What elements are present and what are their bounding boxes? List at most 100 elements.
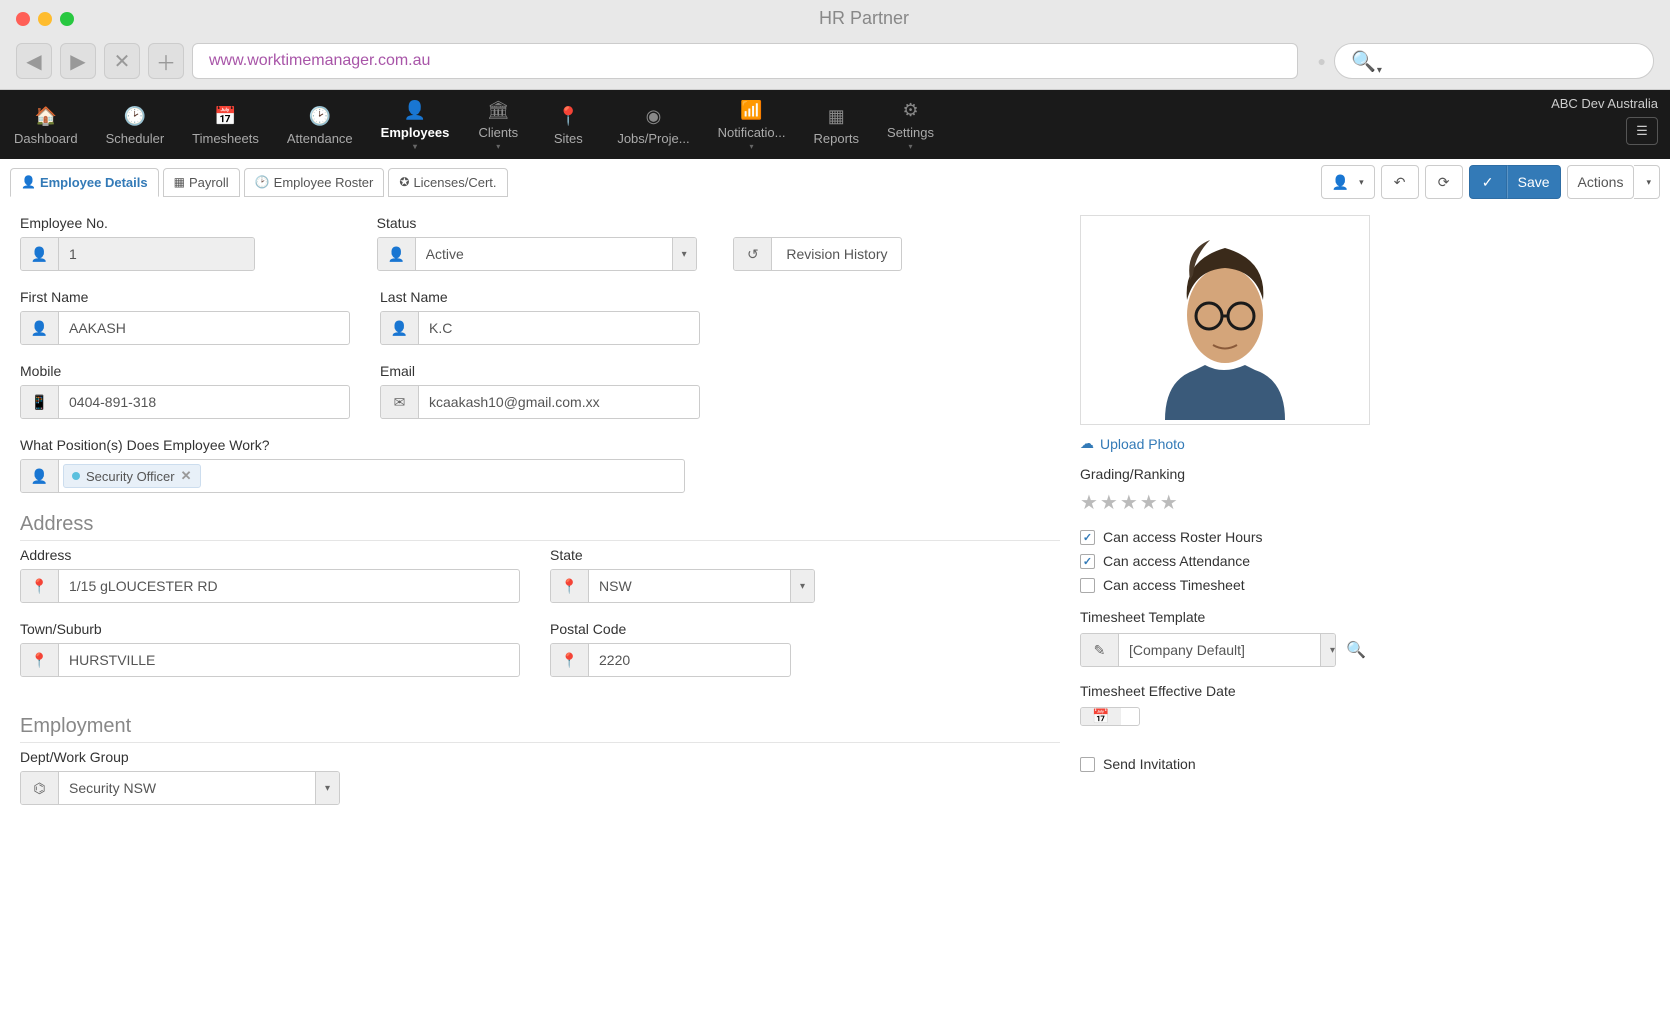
town-label: Town/Suburb (20, 621, 520, 637)
nav-clients[interactable]: 🏛Clients▾ (463, 90, 533, 159)
chevron-down-icon[interactable]: ▾ (790, 570, 814, 602)
address-label: Address (20, 547, 520, 563)
chevron-down-icon[interactable]: ▾ (672, 238, 696, 270)
window-minimize-button[interactable] (38, 12, 52, 26)
forward-button[interactable]: ▶ (60, 43, 96, 79)
checkbox-canaccessrosterhours[interactable]: Can access Roster Hours (1080, 529, 1370, 545)
nav-notificatio[interactable]: 📶Notificatio...▾ (704, 90, 800, 159)
nav-scheduler[interactable]: 🕑Scheduler (92, 90, 179, 159)
tab-employeedetails[interactable]: 👤Employee Details (10, 168, 159, 197)
sitemap-icon: ⌬ (21, 772, 59, 804)
actions-caret-button[interactable]: ▾ (1634, 165, 1660, 199)
user-icon: 👤 (21, 312, 59, 344)
url-bar[interactable]: www.worktimemanager.com.au (192, 43, 1298, 79)
nav-employees[interactable]: 👤Employees▾ (367, 90, 464, 159)
status-select[interactable] (416, 238, 672, 270)
mobile-label: Mobile (20, 363, 350, 379)
send-invitation-checkbox[interactable]: Send Invitation (1080, 756, 1370, 772)
undo-button[interactable]: ↶ (1381, 165, 1419, 199)
dash-icon: ◉ (646, 106, 662, 127)
template-label: Timesheet Template (1080, 609, 1370, 625)
user-icon: 👤 (1332, 174, 1349, 191)
stop-button[interactable]: ✕ (104, 43, 140, 79)
first-name-label: First Name (20, 289, 350, 305)
remove-tag-button[interactable]: ✕ (181, 468, 192, 484)
dept-select[interactable] (59, 772, 315, 804)
email-field[interactable] (419, 386, 699, 418)
feed-icon: 📶 (740, 100, 762, 121)
nav-settings[interactable]: ⚙Settings▾ (873, 90, 948, 159)
mobile-field[interactable] (59, 386, 349, 418)
user-icon: 👤 (21, 460, 59, 492)
browser-search-bar[interactable]: 🔍▾ (1334, 43, 1654, 79)
check-icon: ✓ (1482, 174, 1494, 191)
tab-icon: 🕑 (255, 175, 270, 189)
tab-employeeroster[interactable]: 🕑Employee Roster (244, 168, 385, 197)
chevron-down-icon[interactable]: ▾ (1320, 634, 1336, 666)
grading-label: Grading/Ranking (1080, 466, 1370, 482)
template-select[interactable] (1119, 634, 1320, 666)
page-action-bar: 👤Employee Details▦Payroll🕑Employee Roste… (0, 159, 1670, 205)
phone-icon: 📱 (21, 386, 59, 418)
effective-date-label: Timesheet Effective Date (1080, 683, 1370, 699)
last-name-field[interactable] (419, 312, 699, 344)
calendar-icon[interactable]: 📅 (1081, 708, 1121, 725)
add-tab-button[interactable]: ＋ (148, 43, 184, 79)
url-indicator-icon: ● (1318, 53, 1326, 69)
chevron-down-icon: ▾ (496, 142, 500, 151)
url-text: www.worktimemanager.com.au (209, 52, 430, 70)
positions-field[interactable]: Security Officer ✕ (59, 460, 205, 492)
first-name-field[interactable] (59, 312, 349, 344)
tab-icon: ▦ (174, 175, 185, 189)
checkbox-canaccessattendance[interactable]: Can access Attendance (1080, 553, 1370, 569)
nav-timesheets[interactable]: 📅Timesheets (178, 90, 273, 159)
building-icon: 🏛 (487, 100, 510, 121)
search-icon: 🔍▾ (1351, 49, 1376, 74)
refresh-button[interactable]: ⟳ (1425, 165, 1463, 199)
browser-chrome: HR Partner ◀ ▶ ✕ ＋ www.worktimemanager.c… (0, 0, 1670, 90)
back-button[interactable]: ◀ (16, 43, 52, 79)
address-section-header: Address (20, 513, 1060, 541)
rating-stars[interactable]: ★★★★★ (1080, 490, 1370, 515)
chevron-down-icon: ▾ (909, 142, 913, 151)
chevron-down-icon[interactable]: ▾ (315, 772, 339, 804)
postal-field[interactable] (589, 644, 790, 676)
user-menu-button[interactable]: 👤▾ (1321, 165, 1375, 199)
calendar-icon: 📅 (214, 106, 236, 127)
undo-icon: ↶ (1394, 174, 1406, 191)
pin-icon: 📍 (557, 106, 579, 127)
nav-sites[interactable]: 📍Sites (533, 90, 603, 159)
pin-icon: 📍 (21, 570, 59, 602)
user-icon: 👤 (381, 312, 419, 344)
tab-payroll[interactable]: ▦Payroll (163, 168, 240, 197)
nav-reports[interactable]: ▦Reports (800, 90, 874, 159)
save-button[interactable]: Save (1507, 165, 1561, 199)
clock-icon: 🕑 (124, 106, 146, 127)
tab-licensescert[interactable]: ✪Licenses/Cert. (388, 168, 507, 197)
positions-label: What Position(s) Does Employee Work? (20, 437, 685, 453)
last-name-label: Last Name (380, 289, 700, 305)
window-close-button[interactable] (16, 12, 30, 26)
checkbox-canaccesstimesheet[interactable]: Can access Timesheet (1080, 577, 1370, 593)
upload-photo-link[interactable]: ☁ Upload Photo (1080, 435, 1370, 452)
employment-section-header: Employment (20, 715, 1060, 743)
clock-icon: 🕑 (309, 106, 331, 127)
nav-attendance[interactable]: 🕑Attendance (273, 90, 367, 159)
state-select[interactable] (589, 570, 790, 602)
nav-dashboard[interactable]: 🏠Dashboard (0, 90, 92, 159)
menu-button[interactable]: ☰ (1626, 117, 1658, 145)
envelope-icon: ✉ (381, 386, 419, 418)
confirm-button[interactable]: ✓ (1469, 165, 1507, 199)
chevron-down-icon: ▾ (1646, 177, 1651, 188)
revision-history-button[interactable]: ↺ Revision History (733, 237, 902, 271)
person-icon: 👤 (404, 100, 426, 121)
nav-jobsproje[interactable]: ◉Jobs/Proje... (603, 90, 703, 159)
actions-dropdown[interactable]: Actions (1567, 165, 1635, 199)
window-maximize-button[interactable] (60, 12, 74, 26)
town-field[interactable] (59, 644, 519, 676)
status-label: Status (377, 215, 704, 231)
state-label: State (550, 547, 815, 563)
address-field[interactable] (59, 570, 519, 602)
template-search-button[interactable]: 🔍 (1342, 633, 1370, 667)
employee-no-field: 1 (59, 238, 254, 270)
